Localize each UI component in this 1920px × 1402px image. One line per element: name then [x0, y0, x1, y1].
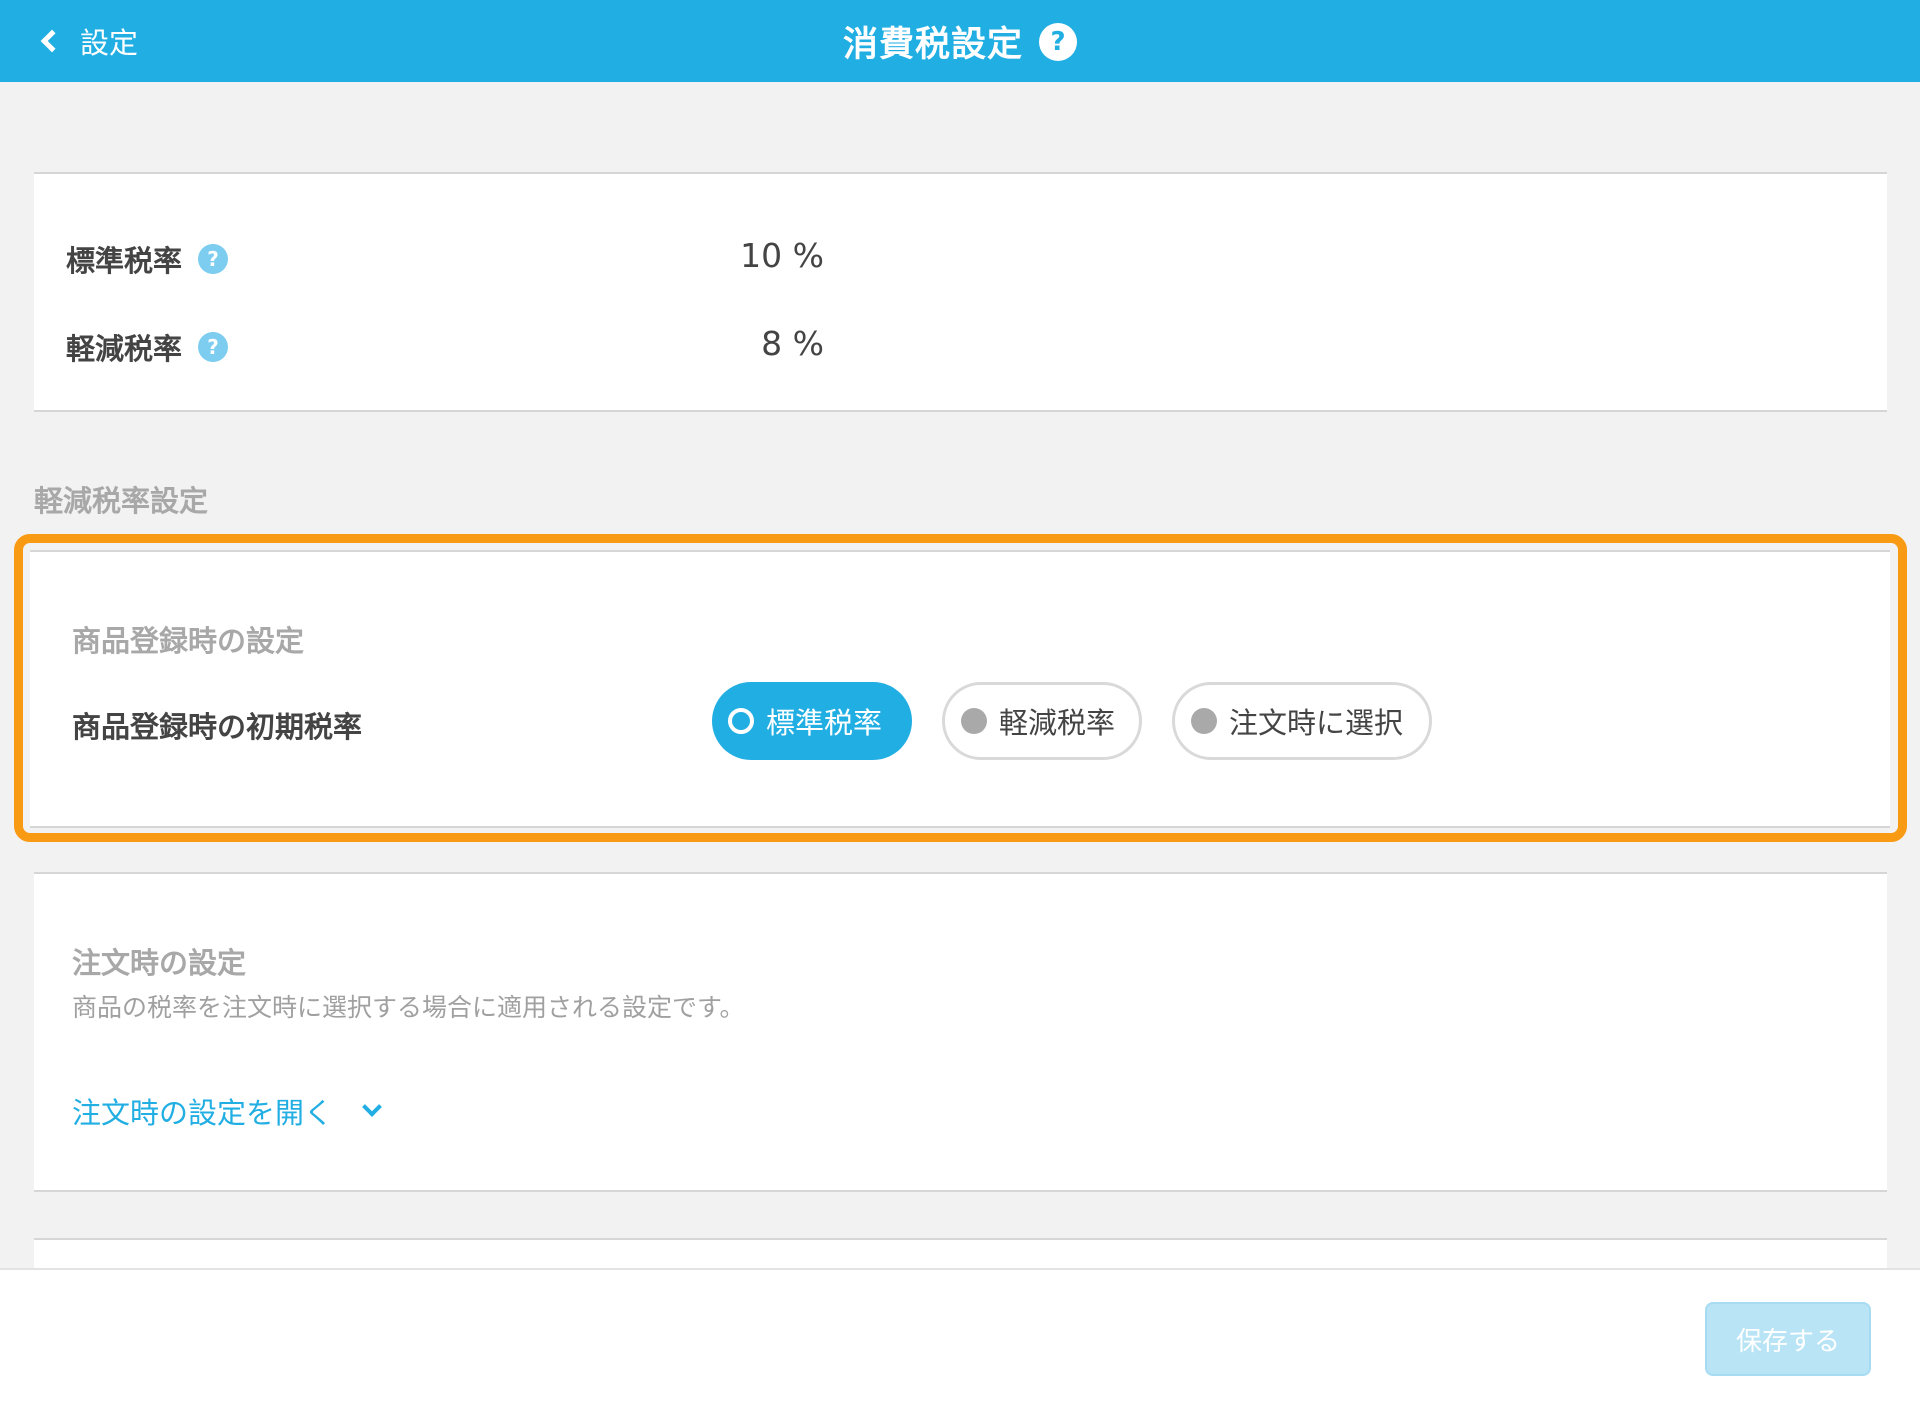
reduced-rate-label: 軽減税率	[66, 332, 183, 366]
tax-rates-card: 標準税率 ? 10 % 軽減税率 ? 8 %	[34, 172, 1887, 412]
open-order-settings-link[interactable]: 注文時の設定を開く	[72, 1090, 382, 1132]
order-subtitle: 注文時の設定	[72, 946, 247, 980]
reduced-rate-row: 軽減税率 ?	[66, 326, 229, 368]
standard-rate-label: 標準税率	[66, 244, 183, 278]
standard-rate-row: 標準税率 ?	[66, 238, 229, 280]
app-header: 設定 消費税設定 ?	[0, 0, 1920, 82]
next-card-edge	[34, 1238, 1887, 1268]
reduced-rate-help-icon[interactable]: ?	[198, 332, 229, 362]
footer-bar: 保存する	[0, 1268, 1920, 1402]
order-description: 商品の税率を注文時に選択する場合に適用される設定です。	[72, 993, 745, 1022]
reduced-rate-value: 8 %	[761, 324, 824, 363]
help-icon[interactable]: ?	[1039, 22, 1077, 61]
title-area: 消費税設定 ?	[0, 16, 1920, 67]
standard-rate-value: 10 %	[740, 236, 824, 275]
order-settings-card: 注文時の設定 商品の税率を注文時に選択する場合に適用される設定です。 注文時の設…	[34, 872, 1887, 1192]
save-button[interactable]: 保存する	[1705, 1302, 1871, 1376]
page-title: 消費税設定	[842, 25, 1023, 65]
open-order-settings-label: 注文時の設定を開く	[72, 1096, 334, 1130]
chevron-down-icon	[362, 1097, 382, 1117]
reduced-rate-section-title: 軽減税率設定	[34, 484, 209, 518]
standard-rate-help-icon[interactable]: ?	[198, 244, 229, 274]
highlight-frame	[14, 534, 1907, 842]
